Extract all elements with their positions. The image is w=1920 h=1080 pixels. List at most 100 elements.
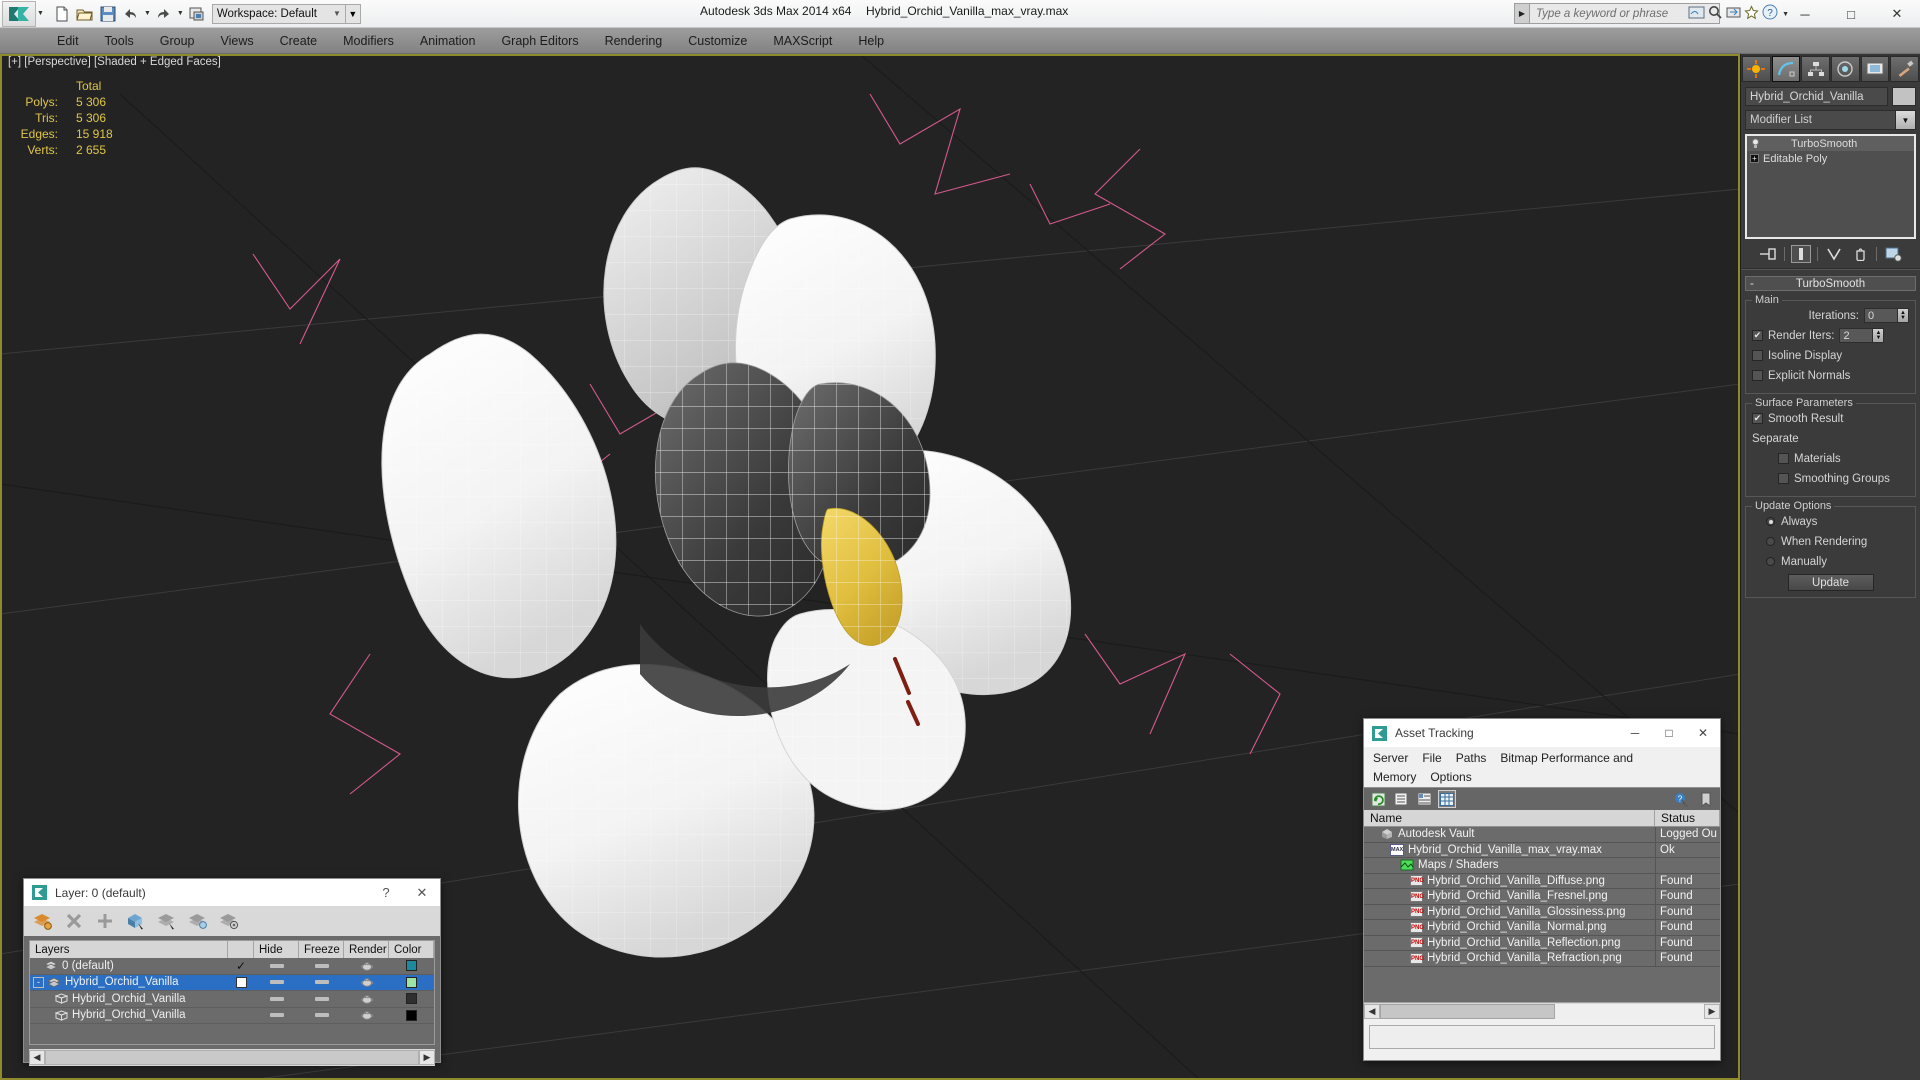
asset-scroll-thumb[interactable] (1380, 1003, 1555, 1019)
open-file-icon[interactable] (74, 3, 96, 25)
asset-tracking-dialog[interactable]: Asset Tracking ─ □ ✕ Server File Paths Bitm… (1363, 718, 1721, 1061)
menu-item-maxscript[interactable]: MAXScript (760, 31, 845, 51)
menu-item-help[interactable]: Help (845, 31, 897, 51)
favorite-star-icon[interactable] (1744, 4, 1759, 25)
maximize-button[interactable]: □ (1828, 0, 1874, 28)
layer-active-cell[interactable] (228, 976, 254, 988)
menu-item-edit[interactable]: Edit (44, 31, 92, 51)
layer-scroll-track[interactable] (45, 1050, 419, 1065)
layer-col-freeze[interactable]: Freeze (299, 941, 344, 958)
exchange-app-icon[interactable] (1726, 5, 1741, 25)
menu-item-create[interactable]: Create (267, 31, 331, 51)
select-highlighted-icon[interactable] (156, 911, 177, 932)
menu-item-tools[interactable]: Tools (92, 31, 147, 51)
bookmark-icon[interactable] (1696, 790, 1714, 808)
rollout-header[interactable]: - TurboSmooth (1745, 276, 1916, 291)
asset-menu-paths[interactable]: Paths (1456, 751, 1487, 765)
asset-row[interactable]: PNG Hybrid_Orchid_Vanilla_Normal.png Found (1364, 920, 1720, 936)
update-option-when-rendering[interactable]: When Rendering (1752, 533, 1909, 550)
render-iters-spin-buttons[interactable]: ▲ ▼ (1873, 328, 1885, 343)
project-folder-icon[interactable] (186, 3, 208, 25)
materials-checkbox[interactable] (1778, 453, 1789, 464)
undo-dropdown-icon[interactable]: ▼ (144, 10, 151, 17)
materials-row[interactable]: Materials (1752, 450, 1909, 467)
modifier-list-dropdown[interactable]: Modifier List (1745, 110, 1896, 130)
modify-tab[interactable] (1771, 56, 1801, 82)
menu-item-animation[interactable]: Animation (407, 31, 489, 51)
display-tab[interactable] (1860, 56, 1890, 82)
menu-item-modifiers[interactable]: Modifiers (330, 31, 407, 51)
menu-item-graph-editors[interactable]: Graph Editors (488, 31, 591, 51)
smooth-result-checkbox[interactable]: ✔ (1752, 413, 1763, 424)
layer-freeze-cell[interactable] (299, 1013, 344, 1018)
layer-properties-icon[interactable] (218, 911, 239, 932)
workspace-dropdown-button[interactable]: ▼ (345, 3, 361, 24)
asset-scroll-track[interactable] (1380, 1003, 1704, 1019)
motion-tab[interactable] (1831, 56, 1860, 82)
close-button[interactable]: ✕ (1874, 0, 1920, 28)
update-option-manually[interactable]: Manually (1752, 553, 1909, 570)
asset-tracking-titlebar[interactable]: Asset Tracking ─ □ ✕ (1364, 719, 1720, 747)
asset-row[interactable]: PNG Hybrid_Orchid_Vanilla_Fresnel.png Foun… (1364, 889, 1720, 905)
radio-button[interactable] (1766, 557, 1775, 566)
update-button[interactable]: Update (1787, 574, 1874, 591)
layer-row[interactable]: - Hybrid_Orchid_Vanilla (30, 974, 434, 991)
asset-col-status[interactable]: Status (1655, 810, 1720, 826)
layer-active-cell[interactable]: ✓ (228, 959, 254, 973)
layer-freeze-cell[interactable] (299, 996, 344, 1001)
layer-close-button[interactable]: ✕ (404, 879, 440, 906)
redo-dropdown-icon[interactable]: ▼ (177, 10, 184, 17)
asset-col-name[interactable]: Name (1364, 810, 1655, 826)
search-magnifier-icon[interactable] (1708, 5, 1723, 25)
layer-hide-cell[interactable] (254, 1013, 299, 1018)
iterations-input[interactable]: 0 (1864, 308, 1898, 323)
list-view-icon[interactable] (1392, 790, 1410, 808)
layer-freeze-cell[interactable] (299, 980, 344, 985)
asset-scroll-right-icon[interactable]: ▶ (1704, 1003, 1720, 1019)
layer-color-swatch[interactable] (406, 960, 417, 972)
help-icon[interactable]: ? (1762, 4, 1778, 25)
render-iters-input[interactable]: 2 (1839, 328, 1874, 343)
add-layer-icon[interactable] (94, 911, 115, 932)
refresh-icon[interactable] (1369, 790, 1387, 808)
layer-render-cell[interactable] (344, 977, 389, 987)
radio-button[interactable] (1766, 517, 1775, 526)
radio-button[interactable] (1766, 537, 1775, 546)
asset-horizontal-scrollbar[interactable]: ◀ ▶ (1364, 1002, 1720, 1019)
layer-render-cell[interactable] (344, 1010, 389, 1020)
object-name-input[interactable]: Hybrid_Orchid_Vanilla (1745, 87, 1888, 106)
asset-row[interactable]: Maps / Shaders (1364, 858, 1720, 874)
pin-stack-icon[interactable] (1758, 245, 1778, 263)
new-file-icon[interactable] (51, 3, 73, 25)
layer-freeze-cell[interactable] (299, 963, 344, 968)
layer-hide-cell[interactable] (254, 980, 299, 985)
workspace-selector[interactable]: Workspace: Default ▼ (211, 3, 346, 24)
show-end-result-icon[interactable] (1791, 245, 1811, 263)
asset-row[interactable]: PNG Hybrid_Orchid_Vanilla_Reflection.png F… (1364, 935, 1720, 951)
asset-close-button[interactable]: ✕ (1686, 719, 1720, 747)
asset-menu-file[interactable]: File (1422, 751, 1441, 765)
menu-item-group[interactable]: Group (147, 31, 208, 51)
new-layer-icon[interactable] (32, 911, 53, 932)
asset-menu-server[interactable]: Server (1373, 751, 1408, 765)
grid-view-icon[interactable] (1438, 790, 1456, 808)
layer-hide-cell[interactable] (254, 963, 299, 968)
make-unique-icon[interactable] (1824, 245, 1844, 263)
light-bulb-icon[interactable] (1750, 138, 1761, 149)
expand-toggle-icon[interactable]: - (33, 976, 44, 988)
search-dropdown-icon[interactable]: ▶ (1514, 3, 1530, 24)
viewport-label[interactable]: [+] [Perspective] [Shaded + Edged Faces] (8, 56, 221, 68)
create-tab[interactable] (1742, 56, 1771, 82)
update-option-always[interactable]: Always (1752, 513, 1909, 530)
remove-modifier-icon[interactable] (1850, 245, 1870, 263)
layer-list[interactable]: Layers Hide Freeze Render Color 0 (defau… (29, 940, 435, 1045)
asset-row[interactable]: MAX Hybrid_Orchid_Vanilla_max_vray.max Ok (1364, 842, 1720, 858)
render-iters-checkbox[interactable]: ✔ (1752, 330, 1763, 341)
layer-hide-cell[interactable] (254, 996, 299, 1001)
expand-plus-icon[interactable]: + (1750, 154, 1759, 163)
isoline-display-checkbox[interactable] (1752, 350, 1763, 361)
smoothing-groups-row[interactable]: Smoothing Groups (1752, 470, 1909, 487)
menu-item-rendering[interactable]: Rendering (592, 31, 676, 51)
layer-dialog-titlebar[interactable]: Layer: 0 (default) ? ✕ (24, 879, 440, 906)
modifier-list-caret-icon[interactable]: ▼ (1896, 110, 1916, 130)
